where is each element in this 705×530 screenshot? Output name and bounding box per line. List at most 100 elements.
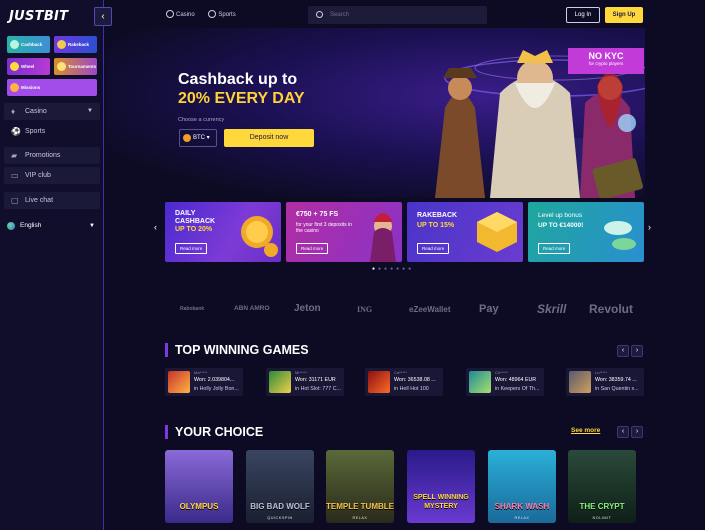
tile-label: Cashback xyxy=(21,42,43,47)
winning-next-button[interactable]: › xyxy=(631,345,643,357)
winner-card[interactable]: Lu***** Won: 38359.74 ... in San Quentin… xyxy=(566,368,644,396)
game-card[interactable]: OLYMPUS xyxy=(165,450,233,523)
tile-cashback[interactable]: Cashback xyxy=(7,36,50,53)
top-nav-casino[interactable]: Casino xyxy=(166,10,201,18)
floating-islands-illustration xyxy=(604,221,636,250)
promo-card-rakeback[interactable]: RAKEBACK UP TO 15% Read more xyxy=(407,202,523,262)
casino-link[interactable]: Casino xyxy=(176,12,195,18)
no-kyc-badge: NO KYC for crypto players xyxy=(568,48,644,74)
payment-logo-rabobank: Rabobank xyxy=(180,306,205,312)
sidebar-item-label: Promotions xyxy=(25,152,61,159)
tile-missions[interactable]: Missions xyxy=(7,79,97,96)
chat-icon: ▢ xyxy=(11,196,19,205)
game-title: SHARK WASH xyxy=(494,502,550,511)
game-thumbnail xyxy=(569,371,591,393)
sidebar-item-promotions[interactable]: ▰ Promotions xyxy=(4,147,100,164)
read-more-button[interactable]: Read more xyxy=(417,243,450,254)
game-thumbnail xyxy=(269,371,291,393)
payment-logo-applepay: Pay xyxy=(479,303,499,315)
promo-next-arrow[interactable]: › xyxy=(648,222,651,232)
tag-icon: ▰ xyxy=(11,151,18,160)
payment-logo-skrill: Skrill xyxy=(537,302,567,316)
game-title: TEMPLE TUMBLE xyxy=(326,502,394,511)
payment-logo-abnamro: ABN AMRO xyxy=(234,305,270,312)
globe-icon xyxy=(7,222,15,230)
cards-icon xyxy=(166,10,174,18)
game-card[interactable]: BIG BAD WOLF QUICKSPIN xyxy=(246,450,314,523)
section-title-your-choice: YOUR CHOICE xyxy=(165,425,263,439)
signup-button[interactable]: Sign Up xyxy=(605,7,643,23)
crown-icon: ▭ xyxy=(11,171,19,180)
game-card[interactable]: TEMPLE TUMBLE RELAX xyxy=(326,450,394,523)
winner-user: Lu***** xyxy=(595,370,608,375)
tile-label: Missions xyxy=(21,85,41,90)
currency-value: BTC xyxy=(193,135,205,141)
sidebar-item-label: Casino xyxy=(25,108,47,115)
sidebar-item-label: VIP club xyxy=(25,172,51,179)
login-button[interactable]: Log In xyxy=(566,7,600,23)
top-nav-sports[interactable]: Sports xyxy=(208,10,241,18)
cashback-icon xyxy=(10,40,19,49)
tile-tournaments[interactable]: Tournaments xyxy=(54,58,97,75)
tile-rakeback[interactable]: Rakeback xyxy=(54,36,97,53)
promo-title: Level up bonus xyxy=(538,212,583,219)
badge-subtitle: for crypto players xyxy=(588,61,624,66)
sidebar-item-casino[interactable]: ♦ Casino ▼ xyxy=(4,103,100,120)
section-title-top-winning: TOP WINNING GAMES xyxy=(165,343,309,357)
read-more-button[interactable]: Read more xyxy=(538,243,571,254)
sidebar-item-sports[interactable]: ⚽ Sports xyxy=(4,123,100,140)
promo-title: UP TO 15% xyxy=(417,222,455,229)
top-nav: Casino Sports xyxy=(166,10,248,18)
game-thumbnail xyxy=(469,371,491,393)
game-card[interactable]: SPELL WINNING MYSTERY xyxy=(407,450,475,523)
promo-subtitle: for your first 3 deposits in the casino xyxy=(296,222,352,234)
search-input[interactable]: Search xyxy=(308,6,487,24)
hero-title-line1: Cashback up to xyxy=(178,71,298,88)
game-card[interactable]: THE CRYPT NOLIMIT xyxy=(568,450,636,523)
payment-logo-ezeewallet: eZeeWallet xyxy=(409,305,451,314)
see-more-link[interactable]: See more xyxy=(571,427,600,434)
promo-prev-arrow[interactable]: ‹ xyxy=(154,222,157,232)
winner-user: Mi***** xyxy=(295,370,308,375)
logo[interactable]: JUSTBIT xyxy=(9,9,68,24)
currency-select[interactable]: BTC ▾ xyxy=(179,129,217,147)
winner-game: in Hell Hot 100 xyxy=(394,386,429,392)
collapse-sidebar-button[interactable]: ‹ xyxy=(94,7,112,26)
sidebar-item-livechat[interactable]: ▢ Live chat xyxy=(4,192,100,209)
winner-user: Ch***** xyxy=(495,370,508,375)
winner-card[interactable]: Mi***** Won: 31171 EUR in Hot Slot: 777 … xyxy=(266,368,344,396)
deposit-button[interactable]: Deposit now xyxy=(224,129,314,147)
winner-amount: Won: 2.039804... xyxy=(194,377,235,383)
winner-game: in Keepers Of Th... xyxy=(495,386,540,392)
winning-prev-button[interactable]: ‹ xyxy=(617,345,629,357)
choice-next-button[interactable]: › xyxy=(631,426,643,438)
game-card[interactable]: SHARK WASH RELAX xyxy=(488,450,556,523)
winner-amount: Won: 36538.08 ... xyxy=(394,377,436,383)
sports-link[interactable]: Sports xyxy=(218,12,235,18)
choice-prev-button[interactable]: ‹ xyxy=(617,426,629,438)
promo-card-welcome[interactable]: €750 + 75 FS for your first 3 deposits i… xyxy=(286,202,402,262)
game-provider: QUICKSPIN xyxy=(267,516,293,520)
read-more-button[interactable]: Read more xyxy=(175,243,208,254)
game-thumbnail xyxy=(168,371,190,393)
winner-amount: Won: 31171 EUR xyxy=(295,377,336,383)
currency-label: Choose a currency xyxy=(178,117,225,123)
witch-illustration xyxy=(370,213,396,262)
winner-card[interactable]: Ma***** Won: 2.039804... in Holly Jolly … xyxy=(165,368,243,396)
read-more-button[interactable]: Read more xyxy=(296,243,329,254)
trophy-icon xyxy=(57,62,66,71)
carousel-dots[interactable]: ●●●●●●● xyxy=(372,266,414,272)
winner-card[interactable]: Ch***** Won: 48964 EUR in Keepers Of Th.… xyxy=(466,368,544,396)
language-select[interactable]: English ▼ xyxy=(7,221,97,231)
winner-card[interactable]: Ca***** Won: 36538.08 ... in Hell Hot 10… xyxy=(365,368,443,396)
sidebar-item-vip[interactable]: ▭ VIP club xyxy=(4,167,100,184)
game-title: SPELL WINNING MYSTERY xyxy=(413,494,469,510)
tile-wheel[interactable]: Wheel xyxy=(7,58,50,75)
chevron-down-icon: ▼ xyxy=(87,108,93,114)
hero-title-line2: 20% EVERY DAY xyxy=(178,90,305,107)
language-label: English xyxy=(20,222,42,229)
promo-card-levelup[interactable]: Level up bonus UP TO €14000! Read more xyxy=(528,202,644,262)
promo-card-cashback[interactable]: DAILY CASHBACK UP TO 20% Read more xyxy=(165,202,281,262)
promo-title: UP TO 20% xyxy=(175,226,213,233)
search-icon xyxy=(316,11,323,18)
